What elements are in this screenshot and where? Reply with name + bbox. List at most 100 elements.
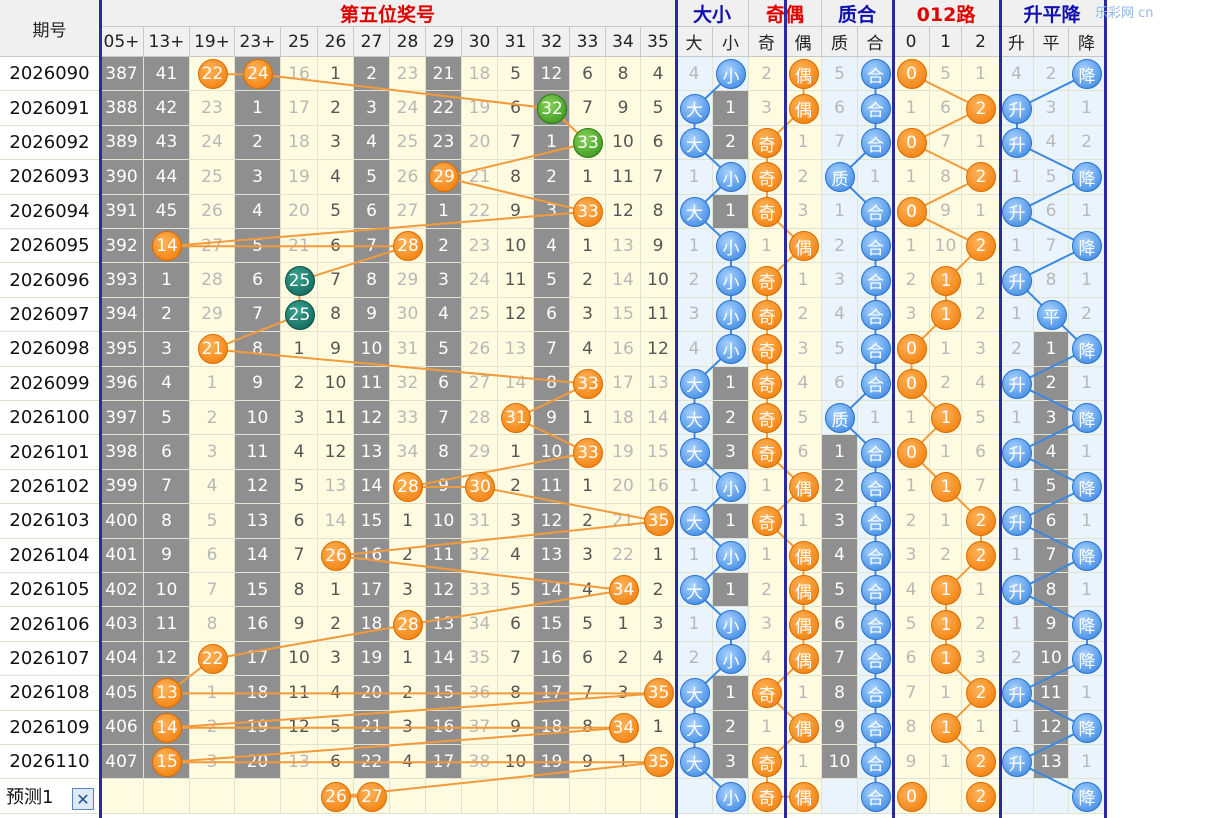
shengpingjiang-cell: 2 xyxy=(1000,332,1034,367)
main-cell: 26 xyxy=(190,194,235,229)
jiou-cell: 1 xyxy=(785,504,822,539)
lu012-cell: 3 xyxy=(962,641,1000,677)
main-cell: 27 xyxy=(462,366,498,401)
zhihe-cell: 2 xyxy=(822,469,858,505)
main-cell: 11 xyxy=(235,435,281,470)
dx-ball: 大 xyxy=(679,437,710,468)
main-cell: 13 xyxy=(534,538,570,573)
daxiao-cell: 1 xyxy=(713,504,749,539)
main-cell: 29 xyxy=(462,435,498,470)
main-cell: 21 xyxy=(281,229,318,264)
main-cell: 1 xyxy=(281,332,318,367)
main-cell: 20 xyxy=(354,676,390,711)
column-header: 23+ xyxy=(235,27,281,57)
zhihe-cell: 6 xyxy=(822,91,858,126)
main-cell: 9 xyxy=(354,297,390,333)
main-cell: 2 xyxy=(318,91,354,126)
main-cell: 400 xyxy=(100,504,144,539)
period-cell: 2026091 xyxy=(0,91,100,126)
lu012-cell: 1 xyxy=(930,504,962,539)
main-ball: 14 xyxy=(152,712,182,743)
zhihe-cell: 3 xyxy=(822,263,858,298)
main-cell: 6 xyxy=(281,504,318,539)
main-ball: 27 xyxy=(357,781,387,812)
main-cell: 16 xyxy=(641,469,676,505)
main-cell: 13 xyxy=(606,229,641,264)
lu012-cell: 1 xyxy=(930,435,962,470)
main-cell: 28 xyxy=(190,263,235,298)
main-cell: 6 xyxy=(498,607,534,642)
jiou-cell: 4 xyxy=(749,641,785,677)
main-cell: 31 xyxy=(462,504,498,539)
period-cell: 2026096 xyxy=(0,263,100,298)
main-cell: 5 xyxy=(281,469,318,505)
brand-watermark: 乐彩网 cn xyxy=(1095,6,1154,21)
column-header: 降 xyxy=(1069,27,1105,57)
daxiao-cell: 3 xyxy=(713,435,749,470)
zhihe-cell: 7 xyxy=(822,641,858,677)
zhihe-cell: 6 xyxy=(822,607,858,642)
main-cell: 2 xyxy=(570,263,606,298)
lu012-cell: 10 xyxy=(930,229,962,264)
main-cell: 6 xyxy=(354,194,390,229)
shengpingjiang-cell: 1 xyxy=(1069,676,1105,711)
main-cell: 17 xyxy=(281,91,318,126)
main-cell: 8 xyxy=(534,366,570,401)
zh-ball: 合 xyxy=(860,575,891,606)
main-cell: 33 xyxy=(462,573,498,608)
main-cell xyxy=(281,779,318,814)
lu012-cell: 8 xyxy=(930,160,962,195)
close-icon[interactable]: ✕ xyxy=(72,788,94,810)
main-cell: 22 xyxy=(462,194,498,229)
column-header: 28 xyxy=(390,27,426,57)
main-cell: 4 xyxy=(570,332,606,367)
lu-ball: 2 xyxy=(966,781,996,812)
lu012-cell: 2 xyxy=(930,538,962,573)
jiou-cell: 1 xyxy=(749,710,785,745)
main-cell: 14 xyxy=(606,263,641,298)
sp-ball: 降 xyxy=(1072,231,1102,262)
dx-ball: 大 xyxy=(679,403,710,434)
main-ball: 30 xyxy=(465,472,495,502)
main-cell: 35 xyxy=(462,641,498,677)
lu-ball: 1 xyxy=(931,403,961,434)
jo-ball: 奇 xyxy=(752,781,782,812)
main-ball: 22 xyxy=(197,644,228,674)
lu012-cell xyxy=(930,779,962,814)
daxiao-cell: 4 xyxy=(676,57,713,92)
zhihe-cell xyxy=(822,779,858,814)
main-cell: 4 xyxy=(426,297,462,333)
main-cell: 20 xyxy=(606,469,641,505)
main-cell: 17 xyxy=(426,745,462,780)
lu-ball: 0 xyxy=(896,128,927,158)
main-cell: 402 xyxy=(100,573,144,608)
main-cell: 19 xyxy=(281,160,318,195)
main-cell: 7 xyxy=(235,297,281,333)
main-cell: 391 xyxy=(100,194,144,229)
main-cell: 3 xyxy=(390,710,426,745)
main-cell: 8 xyxy=(570,710,606,745)
shengpingjiang-cell: 2 xyxy=(1034,57,1069,92)
main-cell: 1 xyxy=(235,91,281,126)
main-cell: 5 xyxy=(498,573,534,608)
main-cell: 18 xyxy=(534,710,570,745)
main-cell: 3 xyxy=(606,676,641,711)
column-header: 2 xyxy=(962,27,1000,57)
shengpingjiang-cell: 1 xyxy=(1000,607,1034,642)
daxiao-cell: 1 xyxy=(713,91,749,126)
main-cell: 34 xyxy=(390,435,426,470)
main-cell: 2 xyxy=(190,401,235,436)
main-cell: 24 xyxy=(390,91,426,126)
main-cell: 17 xyxy=(235,641,281,677)
main-cell: 3 xyxy=(354,91,390,126)
lu-ball: 0 xyxy=(896,781,927,812)
main-cell: 12 xyxy=(318,435,354,470)
main-ball: 32 xyxy=(537,93,567,124)
daxiao-cell: 1 xyxy=(676,229,713,264)
jo-ball: 奇 xyxy=(752,403,782,434)
main-cell: 4 xyxy=(144,366,190,401)
main-cell: 19 xyxy=(606,435,641,470)
main-cell: 36 xyxy=(462,676,498,711)
main-cell: 8 xyxy=(354,263,390,298)
lu-ball: 0 xyxy=(896,334,927,365)
